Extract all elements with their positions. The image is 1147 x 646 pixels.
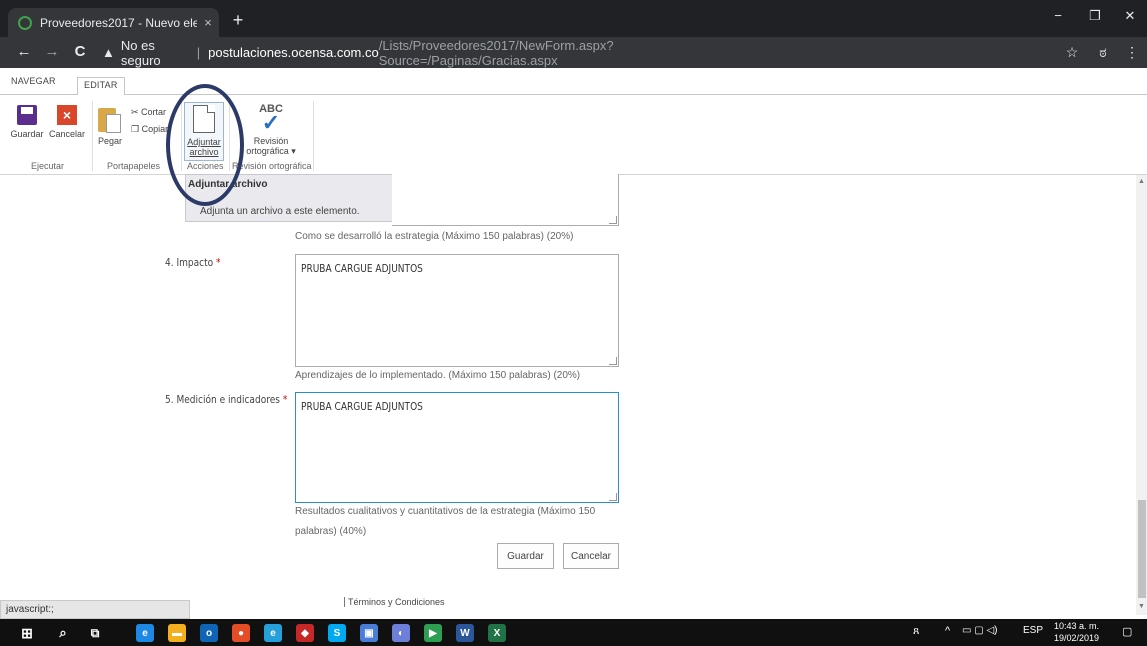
windows-taskbar: ⊞ ⌕ ⧉ e ▬ o ● e ◆ S ▣ ◐ ▶ W X ጸ ^ ▭ ▢ ◁) ESP 10:43 …	[0, 619, 1147, 646]
required-marker: *	[282, 393, 288, 406]
spelling-label-line1: Revisión	[253, 136, 289, 146]
taskbar-outlook-icon[interactable]: o	[200, 624, 218, 642]
browser-tab[interactable]: Proveedores2017 - Nuevo eleme ×	[8, 8, 219, 37]
ribbon-tabs: NAVEGAR EDITAR	[0, 68, 1147, 96]
clock-time: 10:43 a. m.	[1054, 621, 1100, 631]
resize-handle-icon[interactable]	[609, 357, 617, 365]
taskbar-security-icon[interactable]: ◆	[296, 624, 314, 642]
field3-hint: Como se desarrolló la estrategia (Máximo…	[295, 231, 574, 242]
group-separator	[313, 101, 314, 171]
field4-hint: Aprendizajes de lo implementado. (Máximo…	[295, 370, 581, 381]
url-host: postulaciones.ocensa.com.co	[208, 45, 379, 60]
taskbar-ie-icon[interactable]: e	[264, 624, 282, 642]
close-window-button[interactable]: ✕	[1115, 8, 1145, 24]
incognito-icon[interactable]: ಠ	[1093, 44, 1113, 61]
resize-handle-icon[interactable]	[609, 493, 617, 501]
strategy-development-textarea[interactable]	[392, 174, 619, 226]
required-marker: *	[216, 256, 221, 269]
annotation-circle	[166, 84, 244, 206]
site-favicon-icon	[18, 15, 32, 30]
tooltip-description: Adjunta un archivo a este elemento.	[200, 206, 360, 217]
taskbar-paint-icon[interactable]: ◐	[392, 624, 410, 642]
notifications-icon[interactable]: ▢	[1122, 625, 1132, 638]
impacto-label: 4. Impacto *	[165, 256, 221, 269]
ribbon-copy-button[interactable]: ❐ Copiar	[131, 124, 168, 134]
scroll-up-icon[interactable]: ▲	[1138, 178, 1145, 185]
people-icon[interactable]: ጸ	[913, 625, 919, 638]
copy-icon: ❐	[131, 124, 142, 134]
restore-button[interactable]: ❐	[1080, 8, 1110, 24]
resize-handle-icon[interactable]	[609, 216, 617, 224]
taskbar-network-icon[interactable]: ▣	[360, 624, 378, 642]
impacto-value: PRUBA CARGUE ADJUNTOS	[301, 262, 423, 275]
medicion-label-text: 5. Medición e indicadores	[165, 393, 280, 406]
browser-menu-icon[interactable]: ⋮	[1122, 44, 1142, 61]
group-label-spelling: Revisión ortográfica	[232, 161, 312, 171]
scroll-down-icon[interactable]: ▼	[1138, 603, 1145, 610]
tray-chevron-icon[interactable]: ^	[945, 625, 950, 637]
taskbar-chrome-icon[interactable]: ●	[232, 624, 250, 642]
tab-editar[interactable]: EDITAR	[77, 77, 125, 96]
terms-link[interactable]: Términos y Condiciones	[344, 597, 445, 607]
back-button[interactable]: ←	[14, 43, 34, 60]
clock-date: 19/02/2019	[1054, 633, 1100, 643]
group-separator	[92, 101, 93, 171]
url-path: /Lists/Proveedores2017/NewForm.aspx?Sour…	[378, 37, 614, 68]
bookmark-star-icon[interactable]: ☆	[1062, 44, 1082, 61]
tab-close-icon[interactable]: ×	[197, 15, 219, 30]
cancel-label: Cancelar	[49, 129, 86, 139]
insecure-label[interactable]: No es seguro	[121, 38, 189, 68]
ribbon-save-button[interactable]: Guardar	[10, 105, 44, 139]
tray-icons[interactable]: ▭ ▢ ◁)	[962, 625, 997, 636]
taskbar-skype-icon[interactable]: S	[328, 624, 346, 642]
impacto-label-text: 4. Impacto	[165, 256, 214, 269]
field5-hint: Resultados cualitativos y cuantitativos …	[295, 506, 596, 537]
tab-navegar[interactable]: NAVEGAR	[11, 76, 56, 86]
copy-label: Copiar	[141, 124, 169, 134]
status-bar-text: javascript:;	[0, 600, 190, 619]
save-label: Guardar	[10, 129, 44, 139]
form-cancel-button[interactable]: Cancelar	[563, 543, 619, 569]
medicion-textarea[interactable]: PRUBA CARGUE ADJUNTOS	[295, 392, 619, 503]
paste-icon	[98, 105, 122, 133]
task-view-icon[interactable]: ⧉	[86, 624, 104, 642]
cancel-icon: ×	[57, 105, 77, 125]
form-save-button[interactable]: Guardar	[497, 543, 554, 569]
save-icon	[17, 105, 37, 125]
paste-label: Pegar	[97, 136, 123, 146]
scissors-icon: ✂	[131, 107, 142, 117]
ribbon-cut-button[interactable]: ✂ Cortar	[131, 107, 166, 117]
browser-toolbar: ← → C ▲ No es seguro | postulaciones.oce…	[0, 37, 1147, 68]
minimize-button[interactable]: −	[1043, 8, 1073, 23]
checkmark-icon: ✓	[261, 110, 281, 135]
windows-start-icon[interactable]: ⊞	[18, 624, 36, 642]
impacto-textarea[interactable]: PRUBA CARGUE ADJUNTOS	[295, 254, 619, 367]
new-tab-button[interactable]: +	[227, 10, 249, 31]
scrollbar-thumb[interactable]	[1138, 500, 1146, 598]
browser-tab-strip: Proveedores2017 - Nuevo eleme × + − ❐ ✕	[0, 0, 1147, 37]
group-label-clipboard: Portapapeles	[107, 161, 161, 171]
taskbar-excel-icon[interactable]: X	[488, 624, 506, 642]
language-indicator[interactable]: ESP	[1023, 625, 1043, 636]
address-bar[interactable]: ▲ No es seguro | postulaciones.ocensa.co…	[102, 37, 742, 68]
forward-button[interactable]: →	[42, 43, 62, 60]
taskbar-project-icon[interactable]: ▶	[424, 624, 442, 642]
taskbar-explorer-icon[interactable]: ▬	[168, 624, 186, 642]
group-label-execute: Ejecutar	[31, 161, 65, 171]
url-separator: |	[196, 45, 201, 60]
tab-title: Proveedores2017 - Nuevo eleme	[40, 15, 197, 30]
ribbon-spelling-button[interactable]: ABC ✓ Revisión ortográfica ▾	[245, 104, 297, 157]
warning-icon: ▲	[102, 45, 115, 60]
taskbar-word-icon[interactable]: W	[456, 624, 474, 642]
ribbon-paste-button[interactable]: Pegar	[97, 105, 123, 146]
taskbar-edge-icon[interactable]: e	[136, 624, 154, 642]
spelling-label-line2: ortográfica ▾	[246, 146, 296, 156]
search-icon[interactable]: ⌕	[54, 624, 72, 642]
medicion-value: PRUBA CARGUE ADJUNTOS	[301, 400, 423, 413]
ribbon-cancel-button[interactable]: × Cancelar	[49, 105, 85, 139]
taskbar-clock[interactable]: 10:43 a. m. 19/02/2019	[1054, 620, 1099, 644]
medicion-label: 5. Medición e indicadores *	[165, 393, 287, 406]
reload-button[interactable]: C	[70, 43, 90, 60]
cut-label: Cortar	[141, 107, 167, 117]
